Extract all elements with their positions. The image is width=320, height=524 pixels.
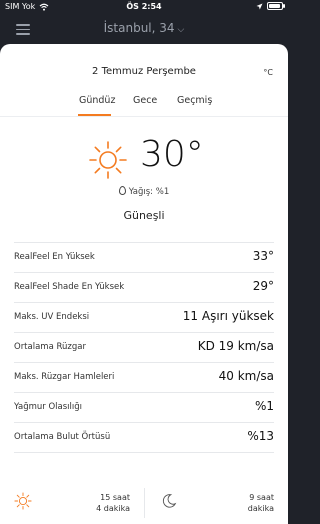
sunrise-icon — [14, 492, 32, 510]
tab-bar: Gündüz Gece Geçmiş — [0, 92, 288, 117]
detail-row: Yağmur Olasılığı %1 — [14, 393, 274, 423]
detail-value: 33° — [252, 249, 274, 263]
detail-label: Yağmur Olasılığı — [14, 402, 83, 412]
detail-label: RealFeel Shade En Yüksek — [14, 282, 125, 292]
status-time: ÖS 2:54 — [126, 2, 162, 11]
tab-night[interactable]: Gece — [133, 95, 157, 106]
tabs-divider — [0, 116, 288, 117]
detail-value: 29° — [252, 279, 274, 293]
detail-row: RealFeel Shade En Yüksek 29° — [14, 273, 274, 303]
battery-icon — [267, 2, 285, 10]
sun-icon — [89, 141, 127, 179]
chevron-down-icon: ⌵ — [177, 25, 185, 35]
detail-row: Ortalama Bulut Örtüsü %13 — [14, 423, 274, 453]
detail-value: KD 19 km/sa — [197, 339, 274, 353]
drop-icon — [118, 186, 126, 195]
moon-icon — [162, 494, 177, 508]
detail-row: Ortalama Rüzgar KD 19 km/sa — [14, 333, 274, 363]
detail-label: Ortalama Rüzgar — [14, 342, 86, 352]
detail-label: Maks. Rüzgar Hamleleri — [14, 372, 115, 382]
sun-hours: 15 saat — [100, 493, 130, 502]
location-selector[interactable]: İstanbul, 34 ⌵ — [0, 21, 288, 35]
detail-value: 40 km/sa — [218, 369, 274, 383]
moon-minutes: dakika — [247, 504, 274, 513]
detail-value: %1 — [254, 399, 274, 413]
condition-label: Güneşli — [123, 209, 165, 222]
detail-row: RealFeel En Yüksek 33° — [14, 242, 274, 273]
battery-fill — [269, 4, 280, 8]
detail-label: RealFeel En Yüksek — [14, 252, 95, 262]
detail-value: %13 — [247, 429, 274, 443]
location-arrow-icon — [256, 3, 263, 9]
unit-toggle[interactable]: °C — [263, 68, 273, 77]
detail-value: 11 Aşırı yüksek — [182, 309, 274, 323]
precipitation: Yağış: %1 — [0, 186, 288, 197]
detail-row: Maks. Rüzgar Hamleleri 40 km/sa — [14, 363, 274, 393]
tab-day[interactable]: Gündüz — [79, 95, 115, 106]
sun-duration: 15 saat 4 dakika — [96, 492, 130, 514]
temperature: 30° — [140, 134, 204, 175]
date-label: 2 Temmuz Perşembe — [92, 66, 196, 77]
status-bar: SIM Yok ÖS 2:54 — [0, 0, 288, 14]
tab-history[interactable]: Geçmiş — [177, 95, 212, 106]
forecast-card: 2 Temmuz Perşembe °C Gündüz Gece Geçmiş … — [0, 44, 288, 524]
detail-label: Maks. UV Endeksi — [14, 312, 90, 322]
detail-row: Maks. UV Endeksi 11 Aşırı yüksek — [14, 303, 274, 333]
app-header: İstanbul, 34 ⌵ — [0, 14, 288, 44]
detail-label: Ortalama Bulut Örtüsü — [14, 432, 111, 442]
precip-label: Yağış: %1 — [128, 187, 170, 197]
details-list: RealFeel En Yüksek 33° RealFeel Shade En… — [0, 242, 288, 453]
status-right — [256, 2, 285, 10]
moon-duration: 9 saat dakika — [248, 492, 274, 514]
sun-minutes: 4 dakika — [96, 504, 130, 513]
moon-hours: 9 saat — [249, 493, 274, 502]
sun-moon-row: 15 saat 4 dakika 9 saat dakika — [0, 488, 288, 524]
bottom-divider — [144, 488, 145, 518]
location-label: İstanbul, 34 — [103, 21, 175, 35]
